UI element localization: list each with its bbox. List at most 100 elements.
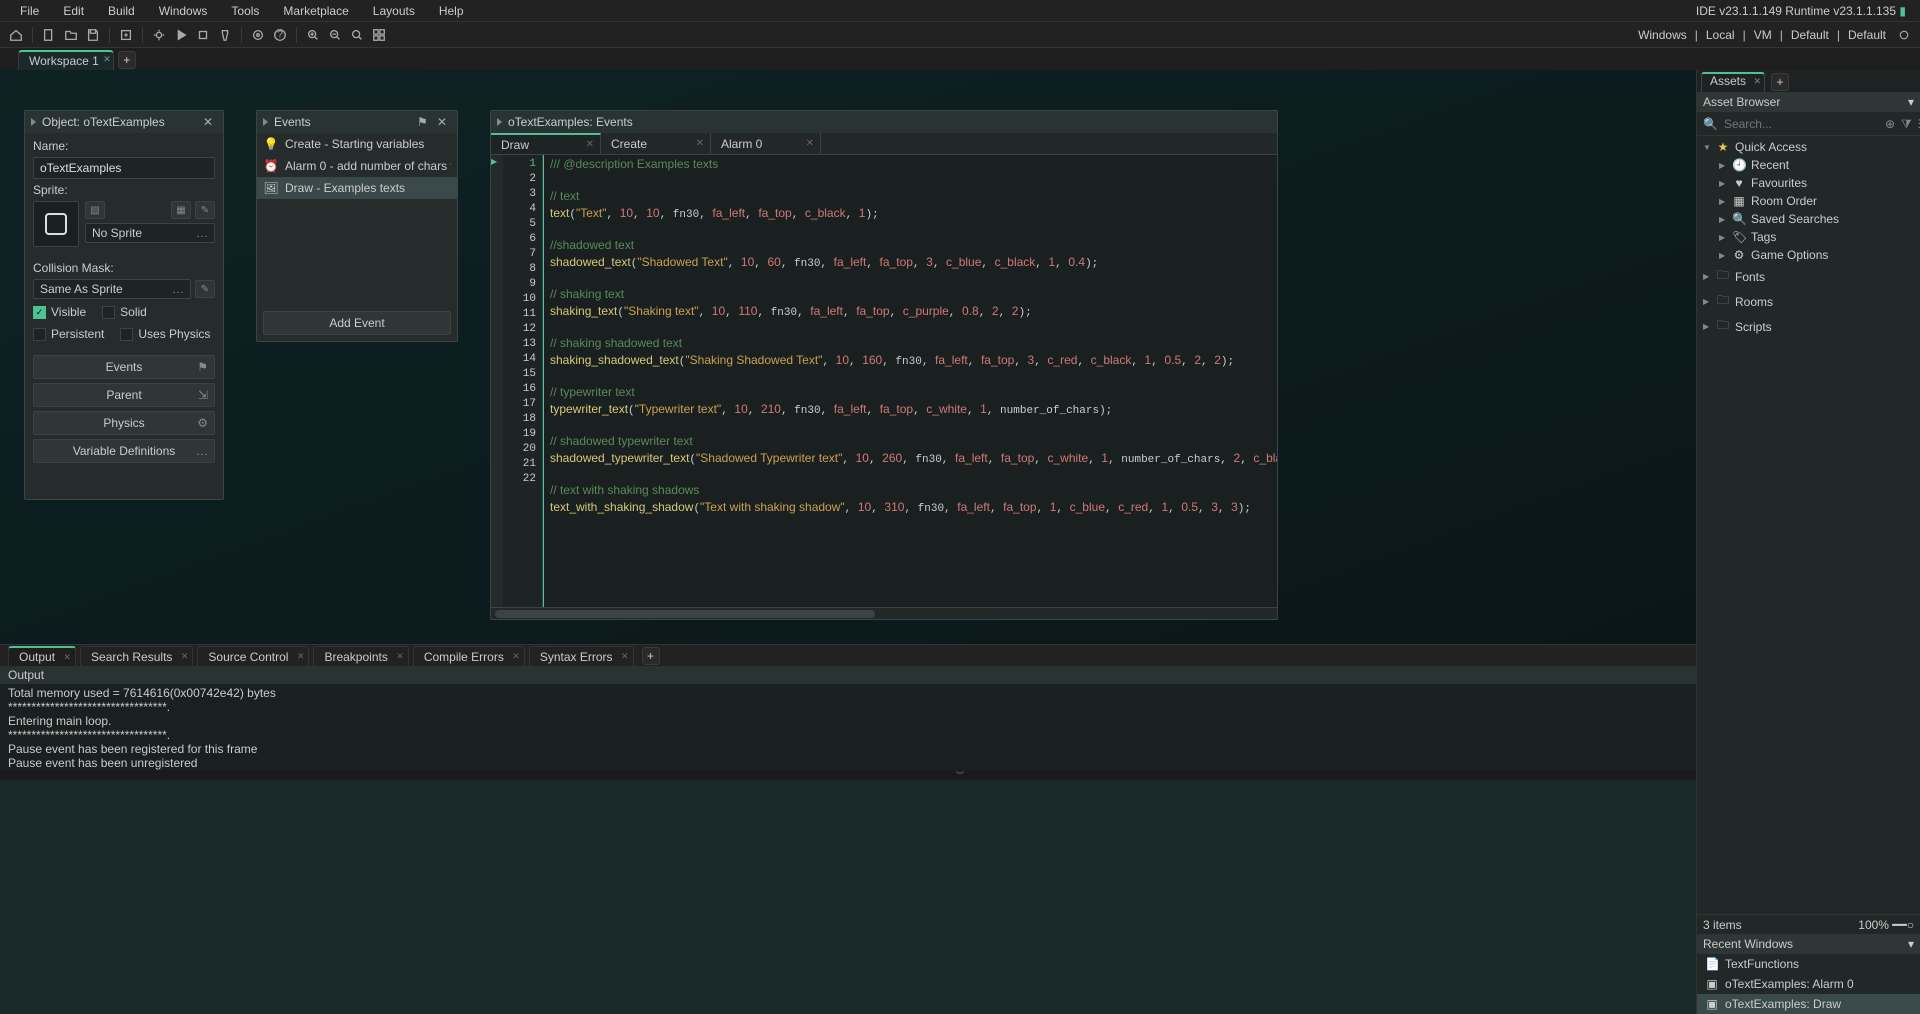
collapse-icon[interactable] [263, 118, 268, 126]
visible-checkbox[interactable]: Visible [33, 305, 86, 319]
breakpoint-gutter[interactable]: ▶ [491, 155, 503, 607]
recent-item[interactable]: ▣oTextExamples: Alarm 0 [1697, 974, 1920, 994]
folder-rooms[interactable]: ▶🗀Rooms [1697, 289, 1920, 314]
assets-tab[interactable]: Assets✕ [1701, 72, 1765, 92]
new-project-icon[interactable] [39, 25, 59, 45]
add-workspace-button[interactable]: + [118, 51, 136, 69]
horizontal-scrollbar[interactable] [491, 607, 1277, 619]
qa-favourites[interactable]: ▶♥Favourites [1697, 174, 1920, 192]
code-tab-alarm0[interactable]: Alarm 0✕ [711, 133, 821, 154]
event-item-draw[interactable]: 🖼Draw - Examples texts [257, 177, 457, 199]
edit-mask-button[interactable]: ✎ [195, 280, 215, 298]
code-tab-create[interactable]: Create✕ [601, 133, 711, 154]
output-tab-breakpoints[interactable]: Breakpoints✕ [313, 646, 408, 666]
target-selector[interactable]: Windows | Local | VM | Default | Default [1634, 25, 1914, 45]
open-project-icon[interactable] [61, 25, 81, 45]
output-tab-compile[interactable]: Compile Errors✕ [413, 646, 525, 666]
close-icon[interactable]: ✕ [806, 138, 814, 149]
close-icon[interactable]: ✕ [396, 651, 404, 662]
output-tab-syntax[interactable]: Syntax Errors✕ [529, 646, 634, 666]
close-icon[interactable]: ✕ [181, 651, 189, 662]
asset-browser-dropdown[interactable]: Asset Browser▾ [1697, 92, 1920, 112]
collapse-icon[interactable] [497, 118, 502, 126]
stop-icon[interactable] [193, 25, 213, 45]
asset-tree[interactable]: ▼★Quick Access ▶🕘Recent ▶♥Favourites ▶▦R… [1697, 136, 1920, 914]
sprite-preview[interactable] [33, 201, 79, 247]
close-icon[interactable]: ✕ [696, 138, 704, 149]
recent-item[interactable]: ▣oTextExamples: Draw [1697, 994, 1920, 1014]
edit-sprite-button[interactable]: ▦ [171, 201, 191, 219]
output-log[interactable]: Total memory used = 7614616(0x00742e42) … [0, 684, 1920, 770]
qa-room-order[interactable]: ▶▦Room Order [1697, 192, 1920, 210]
help-icon[interactable]: ? [270, 25, 290, 45]
folder-scripts[interactable]: ▶🗀Scripts [1697, 314, 1920, 339]
menu-file[interactable]: File [8, 0, 51, 21]
add-event-button[interactable]: Add Event [263, 311, 451, 335]
event-item-alarm0[interactable]: ⏰Alarm 0 - add number of chars for typew… [257, 155, 457, 177]
collision-mask-select[interactable]: Same As Sprite… [33, 279, 191, 299]
output-tab-source[interactable]: Source Control✕ [197, 646, 309, 666]
zoom-out-icon[interactable] [325, 25, 345, 45]
output-tab-search[interactable]: Search Results✕ [80, 646, 193, 666]
qa-saved-searches[interactable]: ▶🔍Saved Searches [1697, 210, 1920, 228]
code-text[interactable]: /// @description Examples texts // text … [543, 155, 1277, 607]
save-icon[interactable] [83, 25, 103, 45]
menu-help[interactable]: Help [427, 0, 476, 21]
asset-search-input[interactable] [1724, 117, 1879, 131]
bottom-dock-splitter[interactable]: ︾ [0, 770, 1920, 780]
parent-button[interactable]: Parent⇲ [33, 383, 215, 407]
variable-definitions-button[interactable]: Variable Definitions… [33, 439, 215, 463]
game-options-icon[interactable] [248, 25, 268, 45]
workspace-tab[interactable]: Workspace 1✕ [18, 50, 114, 70]
create-exe-icon[interactable] [116, 25, 136, 45]
home-icon[interactable] [6, 25, 26, 45]
filter-icon[interactable]: ⧩ [1901, 117, 1912, 131]
add-assets-tab-button[interactable]: + [1771, 73, 1789, 91]
recent-item[interactable]: 📄TextFunctions [1697, 954, 1920, 974]
persistent-checkbox[interactable]: Persistent [33, 327, 104, 341]
events-button[interactable]: Events⚑ [33, 355, 215, 379]
qa-game-options[interactable]: ▶⚙Game Options [1697, 246, 1920, 264]
clean-icon[interactable] [215, 25, 235, 45]
close-icon[interactable]: ✕ [1753, 76, 1761, 87]
menu-layouts[interactable]: Layouts [361, 0, 427, 21]
folder-fonts[interactable]: ▶🗀Fonts [1697, 264, 1920, 289]
run-icon[interactable] [171, 25, 191, 45]
menu-tools[interactable]: Tools [219, 0, 271, 21]
close-icon[interactable]: ✕ [586, 139, 594, 150]
target-settings-icon[interactable] [1894, 25, 1914, 45]
add-output-tab-button[interactable]: + [642, 647, 660, 665]
quick-access-folder[interactable]: ▼★Quick Access [1697, 138, 1920, 156]
debug-icon[interactable] [149, 25, 169, 45]
code-tab-draw[interactable]: Draw✕ [491, 133, 601, 154]
event-item-create[interactable]: 💡Create - Starting variables [257, 133, 457, 155]
zoom-in-icon[interactable] [303, 25, 323, 45]
close-icon[interactable]: ✕ [203, 115, 217, 129]
close-icon[interactable]: ✕ [63, 652, 71, 663]
close-icon[interactable]: ✕ [297, 651, 305, 662]
docking-icon[interactable] [369, 25, 389, 45]
physics-button[interactable]: Physics⚙ [33, 411, 215, 435]
object-name-input[interactable]: oTextExamples [33, 157, 215, 179]
output-tab-output[interactable]: Output✕ [8, 646, 76, 666]
close-icon[interactable]: ✕ [437, 115, 451, 129]
collapse-icon[interactable] [31, 118, 36, 126]
recent-windows-header[interactable]: Recent Windows▾ [1697, 934, 1920, 954]
sprite-select[interactable]: No Sprite… [85, 223, 215, 243]
workspace[interactable]: Object: oTextExamples ✕ Name: oTextExamp… [0, 70, 1920, 644]
edit-image-button[interactable]: ✎ [195, 201, 215, 219]
add-asset-icon[interactable]: ⊕ [1885, 117, 1895, 131]
uses-physics-checkbox[interactable]: Uses Physics [120, 327, 210, 341]
menu-windows[interactable]: Windows [147, 0, 220, 21]
close-icon[interactable]: ✕ [103, 54, 111, 65]
solid-checkbox[interactable]: Solid [102, 305, 147, 319]
code-editor[interactable]: ▶ 12345678910111213141516171819202122 //… [491, 155, 1277, 607]
notification-icon[interactable]: ▮ [1899, 4, 1906, 18]
qa-recent[interactable]: ▶🕘Recent [1697, 156, 1920, 174]
menu-build[interactable]: Build [96, 0, 147, 21]
qa-tags[interactable]: ▶🏷Tags [1697, 228, 1920, 246]
zoom-reset-icon[interactable] [347, 25, 367, 45]
menu-edit[interactable]: Edit [51, 0, 96, 21]
close-icon[interactable]: ✕ [621, 651, 629, 662]
menu-marketplace[interactable]: Marketplace [271, 0, 360, 21]
